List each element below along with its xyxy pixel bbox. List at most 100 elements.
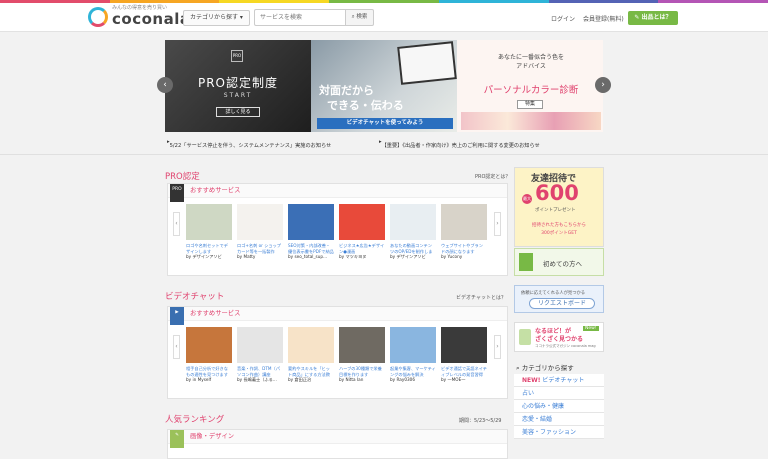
banner-pro-button[interactable]: 詳しく見る	[216, 107, 260, 117]
video-recommend-card: ▶ おすすめサービス ‹ › 相手自己分析で好きなもの適性を見つけます by in…	[167, 306, 508, 399]
service-item[interactable]: 要約やスキルを「ヒット商品」にする方法教えますby 倉田正治	[288, 327, 334, 383]
banner-color-title: パーソナルカラー診断	[483, 85, 579, 96]
coconala-mag-banner[interactable]: なるほど！が ざくざく見つかる New! ココナラ公式マガジン coconala…	[514, 322, 604, 352]
invite-note: 招待された方もこちらから	[532, 223, 586, 228]
slider-prev-button[interactable]: ‹	[173, 335, 180, 359]
ranking-period: 期間：5/23〜5/29	[459, 418, 502, 424]
pro-badge: PRO	[231, 50, 243, 62]
service-thumbnail	[186, 204, 232, 240]
invite-banner[interactable]: 友達招待で 最大 600 ポイントプレゼント 招待された方もこちらから 300ポ…	[514, 167, 604, 247]
service-item[interactable]: ロゴや名刺セットでデザインします by デザインアソビ	[186, 204, 232, 260]
notice-link[interactable]: ▸ 【重要】《出品者・作家向け》売上のご利用に関する変更のお知らせ	[379, 139, 540, 149]
pro-badge-icon: PRO	[170, 184, 184, 202]
invite-sub: ポイントプレゼント	[535, 208, 576, 213]
cosmetics-decoration	[461, 112, 601, 130]
category-item[interactable]: NEW! ビデオチャット	[514, 374, 604, 387]
request-board-button[interactable]: 依頼に応えてくれる人が見つかる リクエストボード	[514, 285, 604, 313]
invite-max-label: 最大	[522, 194, 532, 204]
slider-next-button[interactable]: ›	[494, 212, 501, 236]
service-item[interactable]: ビデオ通話で英語ネイティブレベルの発音習得 by 一MOE一	[441, 327, 487, 383]
banner-personal-color[interactable]: あなたに一番似合う色を アドバイス パーソナルカラー診断 特集	[457, 40, 603, 132]
service-item[interactable]: ロゴ+名刺 or ショップカード等を一括製作 by Matty	[237, 204, 283, 260]
service-item[interactable]: ビジネス★広告★デザイン●漫画 by マツキヨヌ	[339, 204, 385, 260]
category-list: ⌕ カテゴリから探す NEW! ビデオチャット 占い 心の悩み・健康 恋愛・結婚 美容・…	[514, 362, 604, 439]
service-item[interactable]: ウェブサイトやブランドの顔になります by Yucony	[441, 204, 487, 260]
slider-prev-button[interactable]: ‹	[173, 212, 180, 236]
coconala-logo[interactable]: みんなの得意を売り買い coconala	[88, 6, 190, 27]
register-link[interactable]: 会員登録(無料)	[583, 14, 624, 23]
banner-video-button[interactable]: ビデオチャットを使ってみよう	[317, 118, 453, 129]
site-header: みんなの得意を売り買い coconala カテゴリから探す ▾ ⌕ 検索 ログイ…	[0, 3, 768, 32]
pro-about-link[interactable]: PRO認定とは？	[475, 173, 510, 180]
banner-pro[interactable]: PRO PRO認定制度 START 詳しく見る	[165, 40, 311, 132]
category-item[interactable]: 占い	[514, 387, 604, 400]
beginner-label: 初めての方へ	[543, 260, 582, 268]
service-item[interactable]: SEO対策・内部改善・優位表示書をPDFで納品 by seo_total_sup.…	[288, 204, 334, 260]
category-item[interactable]: 美容・ファッション	[514, 426, 604, 439]
category-dropdown-button[interactable]: カテゴリから探す ▾	[183, 10, 250, 26]
seller-name: by seo_total_sup...	[288, 254, 328, 259]
carousel-next-button[interactable]: ›	[595, 77, 611, 93]
category-item[interactable]: 心の悩み・健康	[514, 400, 604, 413]
card-header: PRO おすすめサービス	[168, 184, 507, 202]
card-header: ▶ おすすめサービス	[168, 307, 507, 325]
service-item[interactable]: 音楽・作詞、DTM（パソコン作曲）講座 by 長嶋義士（ふる...	[237, 327, 283, 383]
post-service-button[interactable]: ✎ 出品とは？	[628, 11, 678, 25]
service-item[interactable]: ハーブの30種類で栄養目標を作ります by Nitta Ian	[339, 327, 385, 383]
category-list-title: カテゴリから探す	[521, 364, 574, 372]
service-title: ロゴ+名刺 or ショップカード等を一括製作	[237, 243, 281, 254]
notice-link[interactable]: ▸ 5/22「サービス停止を伴う、システムメンテナンス」実施のお知らせ	[167, 139, 331, 149]
ranking-card: ✎ 画像・デザイン	[167, 429, 508, 459]
category-label: 美容・ファッション	[522, 429, 577, 436]
carousel-prev-button[interactable]: ‹	[157, 77, 173, 93]
service-title: ビデオ通話で英語ネイティブレベルの発音習得	[441, 366, 487, 377]
service-thumbnail	[288, 327, 334, 363]
slider-next-button[interactable]: ›	[494, 335, 501, 359]
service-title: 要約やスキルを「ヒット商品」にする方法教えます	[288, 366, 330, 377]
banner-video-chat[interactable]: 対面だから できる・伝わる ビデオチャットを使ってみよう	[311, 40, 457, 132]
new-label: NEW!	[522, 377, 541, 384]
seller-name: by デザインアソビ	[186, 254, 222, 259]
request-board-top: 依頼に応えてくれる人が見つかる	[521, 291, 586, 296]
seller-name: by Nitta Ian	[339, 377, 364, 382]
service-title: ロゴや名刺セットでデザインします	[186, 243, 228, 254]
ranking-category-label: 画像・デザイン	[190, 433, 235, 440]
service-thumbnail	[339, 204, 385, 240]
service-thumbnail	[237, 327, 283, 363]
service-item[interactable]: 起業や集客、マーケティングの悩みを解決 by Ray0306	[390, 327, 436, 383]
search-button[interactable]: ⌕ 検索	[345, 9, 374, 26]
service-title: ウェブサイトやブランドの顔になります	[441, 243, 483, 254]
video-items: 相手自己分析で好きなもの適性を見つけます by in Myself 音楽・作詞、DT…	[186, 327, 487, 383]
search-input[interactable]	[254, 9, 346, 26]
banner-color-badge: 特集	[517, 100, 543, 109]
banner-pro-sub: START	[223, 92, 253, 99]
seller-name: by 長嶋義士（ふる...	[237, 377, 277, 382]
video-about-link[interactable]: ビデオチャットとは？	[456, 294, 506, 301]
seller-name: by 倉田正治	[288, 377, 312, 382]
request-board-label: リクエストボード	[529, 298, 595, 309]
pro-section-title: PRO認定	[165, 172, 200, 182]
seller-name: by Ray0306	[390, 377, 415, 382]
login-link[interactable]: ログイン	[551, 14, 575, 23]
service-title: ハーブの30種類で栄養目標を作ります	[339, 366, 382, 377]
service-item[interactable]: あなたの動画コンテンツのOP/EDを制作しますby デザインアソビ	[390, 204, 436, 260]
banner-video-title: 対面だから	[319, 84, 374, 97]
beginner-guide-button[interactable]: 初めての方へ	[514, 248, 604, 276]
service-item[interactable]: 相手自己分析で好きなもの適性を見つけます by in Myself	[186, 327, 232, 383]
category-item[interactable]: 恋愛・結婚	[514, 413, 604, 426]
video-section-title: ビデオチャット	[165, 292, 225, 302]
new-tag: New!	[583, 326, 599, 331]
banner-video-title2: できる・伝わる	[327, 99, 404, 112]
invite-number: 600	[535, 181, 579, 205]
service-thumbnail	[288, 204, 334, 240]
seller-name: by デザインアソビ	[390, 254, 426, 259]
card-header: ✎ 画像・デザイン	[168, 430, 507, 448]
seller-name: by Matty	[237, 254, 256, 259]
divider	[0, 154, 768, 155]
video-camera-icon: ▶	[170, 307, 184, 325]
mag-subtitle: ココナラ公式マガジン coconala mag	[535, 344, 596, 348]
service-title: ビジネス★広告★デザイン●漫画	[339, 243, 385, 254]
category-label: 心の悩み・健康	[522, 403, 565, 410]
service-thumbnail	[390, 327, 436, 363]
banner-color-lead: あなたに一番似合う色を	[497, 54, 564, 61]
